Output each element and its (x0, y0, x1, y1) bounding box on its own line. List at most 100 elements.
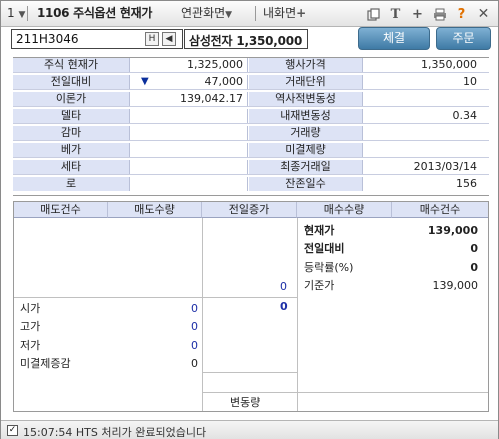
info-label: 감마 (13, 126, 130, 140)
chevron-down-icon: ▼ (18, 10, 26, 20)
plus-icon[interactable]: + (409, 6, 426, 23)
related-screens-label: 연관화면 (181, 6, 226, 20)
info-value (364, 92, 489, 106)
execution-button[interactable]: 체결 (358, 27, 430, 50)
info-row: 이론가 139,042.17 역사적변동성 (13, 92, 489, 107)
info-value: 0.34 (452, 109, 478, 122)
info-label: 베가 (13, 143, 130, 157)
info-value: 156 (456, 177, 477, 190)
low-price-label: 저가 (20, 339, 41, 352)
info-value: 139,042.17 (131, 92, 248, 106)
change-rate-label: 등락률(%) (304, 261, 354, 274)
base-price-value: 139,000 (432, 279, 479, 292)
high-price-value: 0 (191, 320, 198, 333)
info-row: 전일대비 47,000 ▼ 거래단위 10 (13, 75, 489, 90)
order-book: 매도건수 매도수량 전일증가 매수수량 매수건수 0 0 현재가 139,000… (13, 201, 489, 412)
info-label: 내재변동성 (249, 109, 363, 123)
titlebar-icons: T + ? ✕ (365, 5, 492, 23)
info-value (131, 109, 248, 123)
info-value (131, 126, 248, 140)
option-quote-window: 1 ▼ 1106 주식옵션 현재가 연관화면▼ 내화면+ T + ? ✕ 211… (0, 0, 499, 439)
info-value (364, 126, 489, 140)
info-label: 주식 현재가 (13, 58, 130, 72)
info-value: 1,325,000 (131, 58, 248, 72)
status-bar: ✓ 15:07:54 HTS 처리가 완료되었습니다 (1, 420, 498, 439)
change-value: 0 (470, 242, 478, 255)
base-price-label: 기준가 (304, 279, 335, 292)
info-label: 거래단위 (249, 75, 363, 89)
info-label: 거래량 (249, 126, 363, 140)
info-label: 델타 (13, 109, 130, 123)
plus-icon: + (296, 6, 307, 20)
info-row: 로 잔존일수 156 (13, 177, 489, 192)
related-screens-menu[interactable]: 연관화면▼ (181, 6, 232, 23)
down-triangle-icon: ▼ (141, 76, 149, 87)
menu-number: 1 (7, 6, 15, 20)
open-price-value: 0 (191, 302, 198, 315)
info-value: 2013/03/14 (413, 160, 477, 173)
info-value (364, 143, 489, 157)
underlying-name-box: 삼성전자 1,350,000 (184, 29, 308, 49)
low-price-value: 0 (191, 339, 198, 352)
info-row: 감마 거래량 (13, 126, 489, 141)
code-search-input[interactable]: 211H3046 H ◀ (11, 29, 183, 49)
column-header: 매도건수 (14, 202, 108, 218)
my-screen-add-button[interactable]: 내화면+ (263, 6, 306, 21)
column-header: 매수건수 (392, 202, 488, 218)
code-value: 211H3046 (16, 32, 79, 46)
info-row: 주식 현재가 1,325,000 행사가격 1,350,000 (13, 58, 489, 73)
column-header: 전일증가 (202, 202, 297, 218)
divider (27, 6, 28, 21)
print-icon[interactable] (431, 6, 448, 23)
menu-number-dropdown[interactable]: 1 ▼ (7, 6, 25, 23)
current-price-value: 139,000 (427, 224, 478, 237)
change-label: 전일대비 (304, 242, 345, 255)
info-row: 세타 최종거래일 2013/03/14 (13, 160, 489, 175)
status-checkbox[interactable]: ✓ (7, 425, 18, 436)
close-icon[interactable]: ✕ (475, 6, 492, 23)
info-label: 행사가격 (249, 58, 363, 72)
center-value: 0 (280, 300, 288, 313)
section-divider (202, 392, 488, 393)
option-info-grid: 주식 현재가 1,325,000 행사가격 1,350,000 전일대비 47,… (13, 57, 489, 196)
info-value (131, 160, 248, 174)
title-bar: 1 ▼ 1106 주식옵션 현재가 연관화면▼ 내화면+ T + ? ✕ (1, 1, 498, 27)
info-label: 이론가 (13, 92, 130, 106)
volatility-label: 변동량 (230, 396, 261, 409)
change-rate-value: 0 (470, 261, 478, 274)
order-button[interactable]: 주문 (436, 27, 491, 50)
column-divider (297, 218, 298, 411)
screen-title: 1106 주식옵션 현재가 (37, 6, 153, 20)
status-message: 15:07:54 HTS 처리가 완료되었습니다 (23, 426, 207, 439)
column-divider (202, 218, 203, 411)
info-label: 미결제량 (249, 143, 363, 157)
info-label: 전일대비 (13, 75, 130, 89)
info-value (131, 177, 248, 191)
column-header: 매수수량 (297, 202, 392, 218)
divider (255, 6, 256, 21)
high-price-label: 고가 (20, 320, 41, 333)
info-value: 1,350,000 (421, 58, 477, 71)
copy-icon[interactable] (365, 6, 382, 23)
center-value: 0 (280, 280, 287, 293)
open-interest-change-label: 미결제증감 (20, 357, 71, 370)
column-header: 매도수량 (108, 202, 202, 218)
section-divider (14, 297, 297, 298)
history-button[interactable]: H (145, 32, 159, 46)
info-label: 로 (13, 177, 130, 191)
info-label: 최종거래일 (249, 160, 363, 174)
info-row: 베가 미결제량 (13, 143, 489, 158)
info-label: 잔존일수 (249, 177, 363, 191)
search-dropdown-button[interactable]: ◀ (162, 32, 176, 46)
help-icon[interactable]: ? (453, 6, 470, 23)
info-label: 역사적변동성 (249, 92, 363, 106)
info-label: 세타 (13, 160, 130, 174)
info-value (131, 143, 248, 157)
my-screen-label: 내화면 (263, 6, 297, 20)
open-price-label: 시가 (20, 302, 41, 315)
info-row: 델타 내재변동성 0.34 (13, 109, 489, 124)
text-icon[interactable]: T (387, 6, 404, 23)
current-price-label: 현재가 (304, 224, 335, 237)
section-divider (202, 372, 297, 373)
chevron-down-icon: ▼ (225, 10, 233, 20)
